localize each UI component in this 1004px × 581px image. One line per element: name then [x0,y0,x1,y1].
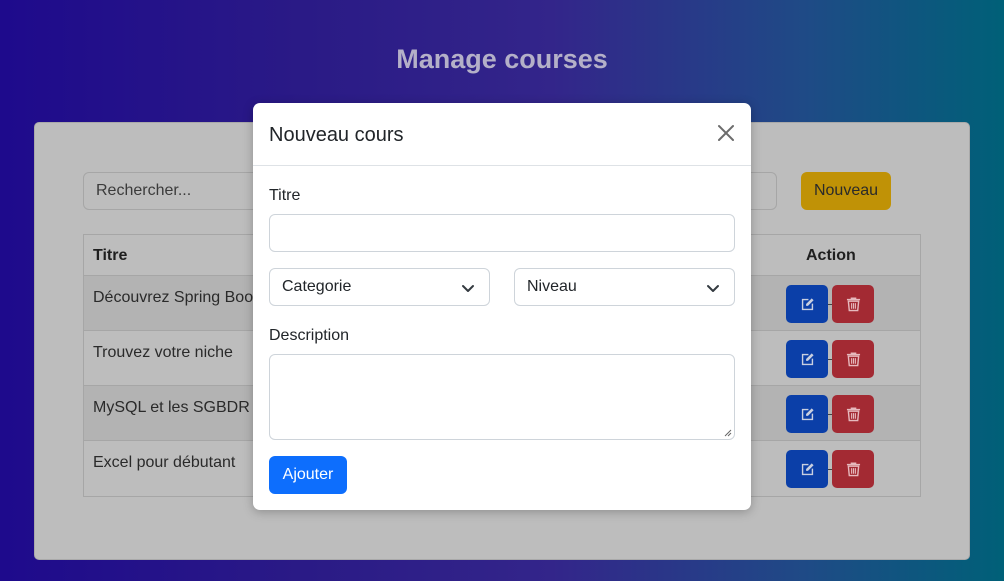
description-textarea[interactable] [269,354,735,440]
titre-label: Titre [269,187,301,204]
chevron-down-icon [707,285,719,292]
edit-button[interactable] [786,395,828,433]
niveau-select-value: Niveau [527,278,577,295]
titre-input[interactable] [269,214,735,252]
chevron-down-icon [462,285,474,292]
edit-icon [801,462,814,475]
delete-button[interactable] [832,340,874,378]
trash-icon [846,352,860,367]
close-button[interactable] [715,123,737,145]
edit-button[interactable] [786,285,828,323]
delete-button[interactable] [832,450,874,488]
edit-icon [801,352,814,365]
new-course-modal: Nouveau cours Titre Categorie Niveau Des… [253,103,751,510]
row-title: Trouvez votre niche [93,344,233,361]
categorie-select[interactable]: Categorie [269,268,490,306]
trash-icon [846,297,860,312]
column-header-action: Action [806,247,856,264]
edit-button[interactable] [786,450,828,488]
modal-header: Nouveau cours [253,103,751,166]
trash-icon [846,407,860,422]
niveau-select[interactable]: Niveau [514,268,735,306]
close-icon [718,125,734,141]
page-title: Manage courses [396,44,608,74]
row-title: MySQL et les SGBDR [93,399,250,416]
row-title: Découvrez Spring Boot [93,289,258,306]
description-label: Description [269,327,350,344]
new-course-button[interactable]: Nouveau [801,172,891,210]
search-placeholder: Rechercher... [96,182,192,199]
edit-button[interactable] [786,340,828,378]
edit-icon [801,407,814,420]
categorie-select-value: Categorie [282,278,352,295]
resize-handle-icon[interactable] [724,429,732,437]
delete-button[interactable] [832,285,874,323]
delete-button[interactable] [832,395,874,433]
modal-title: Nouveau cours [269,124,404,146]
edit-icon [801,297,814,310]
column-header-title: Titre [93,247,128,264]
row-title: Excel pour débutant [93,454,236,471]
add-button[interactable]: Ajouter [269,456,347,494]
trash-icon [846,462,860,477]
